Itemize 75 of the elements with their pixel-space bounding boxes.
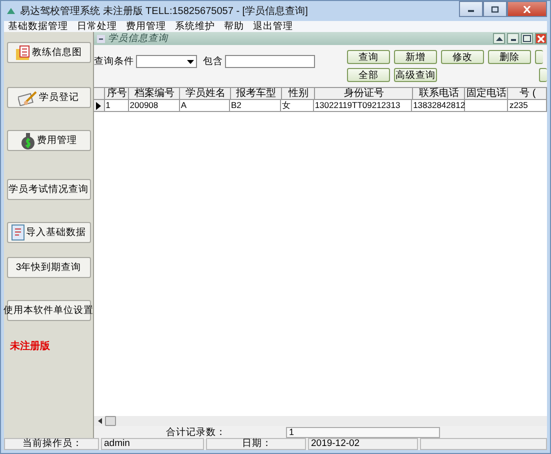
query-button[interactable]: 新增 [394, 50, 437, 64]
condition-dropdown[interactable] [136, 55, 197, 68]
table-cell: z235 [508, 100, 547, 112]
money-bag-icon [20, 132, 36, 150]
scroll-up-button[interactable] [493, 33, 505, 44]
sidebar-button[interactable]: 费用管理 [6, 130, 90, 151]
close-icon [523, 6, 531, 12]
sidebar-button[interactable]: 导入基础数据 [6, 222, 90, 243]
partial-button[interactable] [535, 50, 543, 64]
table-cell: A [180, 100, 230, 112]
contains-label: 包含 [203, 55, 223, 68]
sidebar-button[interactable]: 学员登记 [6, 87, 90, 108]
menu-item[interactable]: 系统维护 [175, 21, 215, 32]
sidebar-button[interactable]: 教练信息图 [6, 42, 90, 63]
column-header[interactable]: 身份证号 [314, 88, 414, 100]
scroll-left-icon [98, 418, 102, 424]
horizontal-scrollbar[interactable] [94, 416, 547, 426]
column-header[interactable]: 学员姓名 [180, 88, 231, 100]
keyword-input-field[interactable] [225, 55, 315, 68]
date-value: 2019-12-02 [308, 438, 418, 450]
column-header[interactable]: 号 ( [508, 88, 548, 100]
query-condition-label: 查询条件 [94, 55, 134, 68]
partial-button[interactable] [539, 68, 547, 82]
query-button[interactable]: 修改 [441, 50, 484, 64]
close-button[interactable] [535, 33, 547, 44]
column-header[interactable]: 报考车型 [230, 88, 282, 100]
table-cell [465, 100, 508, 112]
column-header[interactable]: 性别 [282, 88, 315, 100]
window-title: 易达驾校管理系统 未注册版 TELL:15825675057 - [学员信息查询] [20, 4, 308, 18]
menu-item[interactable]: 日常处理 [77, 21, 117, 32]
dropdown-arrow-icon [187, 60, 194, 64]
column-header[interactable]: 档案编号 [128, 88, 180, 100]
child-window-title: 学员信息查询 [108, 32, 168, 45]
maximize-button[interactable] [521, 33, 533, 44]
minimize-icon [510, 36, 516, 41]
document-icon [11, 224, 25, 241]
menu-item[interactable]: 基础数据管理 [8, 21, 68, 32]
unregistered-notice: 未注册版 [10, 339, 50, 353]
minimize-button[interactable] [459, 1, 483, 17]
menu-item[interactable]: 帮助 [224, 21, 244, 32]
table-cell: 13832842812 [412, 100, 466, 112]
operator-label: 当前操作员： [4, 438, 99, 450]
operator-value: admin [101, 438, 204, 450]
sidebar-button[interactable]: 3年快到期查询 [6, 257, 90, 278]
record-count-label: 合计记录数： [166, 426, 227, 438]
scroll-thumb[interactable] [105, 416, 116, 426]
query-button[interactable]: 全部 [347, 68, 390, 82]
menu-item[interactable]: 退出管理 [253, 21, 293, 32]
query-button[interactable]: 删除 [488, 50, 531, 64]
app-icon [6, 7, 16, 15]
close-icon [537, 34, 545, 42]
sidebar-button[interactable]: 学员考试情况查询 [6, 179, 90, 200]
query-button[interactable]: 查询 [347, 50, 390, 64]
maximize-icon [523, 35, 531, 42]
chart-icon [15, 44, 31, 60]
record-count-value: 1 [286, 426, 440, 438]
column-header[interactable]: 联系电话 [413, 88, 465, 100]
close-button[interactable] [507, 1, 547, 17]
table-cell: 女 [281, 100, 314, 112]
minimize-button[interactable] [507, 33, 519, 44]
column-header[interactable]: 固定电话 [464, 88, 508, 100]
table-cell: 200908 [128, 100, 180, 112]
maximize-icon [491, 6, 499, 12]
row-indicator-cell[interactable] [94, 100, 105, 112]
up-arrow-icon [496, 36, 502, 41]
window-menu-icon [97, 34, 105, 42]
menu-item[interactable]: 费用管理 [126, 21, 166, 32]
maximize-button[interactable] [483, 1, 507, 17]
date-label: 日期： [206, 438, 306, 450]
column-header[interactable]: 序号 [104, 88, 129, 100]
table-cell: 1 [104, 100, 129, 112]
table-cell: 13022119TT09212313 [314, 100, 412, 112]
query-button[interactable]: 高级查询 [394, 68, 437, 82]
table-cell: B2 [230, 100, 282, 112]
pen-icon [18, 90, 38, 106]
